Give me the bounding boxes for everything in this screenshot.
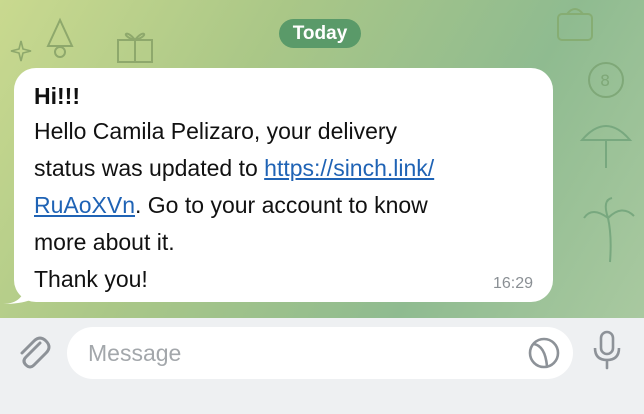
message-text: . Go to your account to know bbox=[135, 192, 428, 218]
message-timestamp: 16:29 bbox=[492, 275, 533, 292]
svg-text:8: 8 bbox=[600, 71, 610, 90]
palm-doodle-icon bbox=[583, 197, 635, 263]
umbrella-doodle-icon bbox=[579, 125, 633, 168]
ball-doodle-icon: 8 bbox=[588, 62, 624, 98]
chat-background: 8 Today Hi!!! Hello Camila Pelizaro, you… bbox=[0, 0, 644, 318]
microphone-icon[interactable] bbox=[590, 330, 624, 372]
message-text: status was updated to bbox=[34, 155, 265, 181]
message-link-continued[interactable]: RuAoXVn bbox=[34, 192, 135, 218]
message-line: Hello Camila Pelizaro, your delivery bbox=[34, 118, 398, 144]
sticker-icon[interactable] bbox=[527, 336, 561, 370]
star-doodle-icon bbox=[10, 40, 32, 62]
message-link[interactable]: https://sinch.link/ bbox=[264, 155, 434, 181]
message-line: RuAoXVn. Go to your account to know bbox=[34, 187, 535, 224]
day-separator-chip: Today bbox=[279, 19, 361, 48]
incoming-message-bubble[interactable]: Hi!!! Hello Camila Pelizaro, your delive… bbox=[14, 68, 553, 302]
bag-doodle-icon bbox=[557, 8, 593, 41]
message-signoff: Thank you! bbox=[34, 266, 148, 292]
message-line: more about it. bbox=[34, 229, 175, 255]
gift-doodle-icon bbox=[117, 32, 153, 63]
message-placeholder: Message bbox=[88, 340, 182, 366]
wallpaper-doodle-icon bbox=[46, 17, 74, 58]
message-input[interactable]: Message bbox=[67, 327, 573, 379]
message-line: status was updated to https://sinch.link… bbox=[34, 150, 535, 187]
message-greeting: Hi!!! bbox=[34, 83, 80, 109]
paperclip-icon[interactable] bbox=[14, 333, 52, 371]
